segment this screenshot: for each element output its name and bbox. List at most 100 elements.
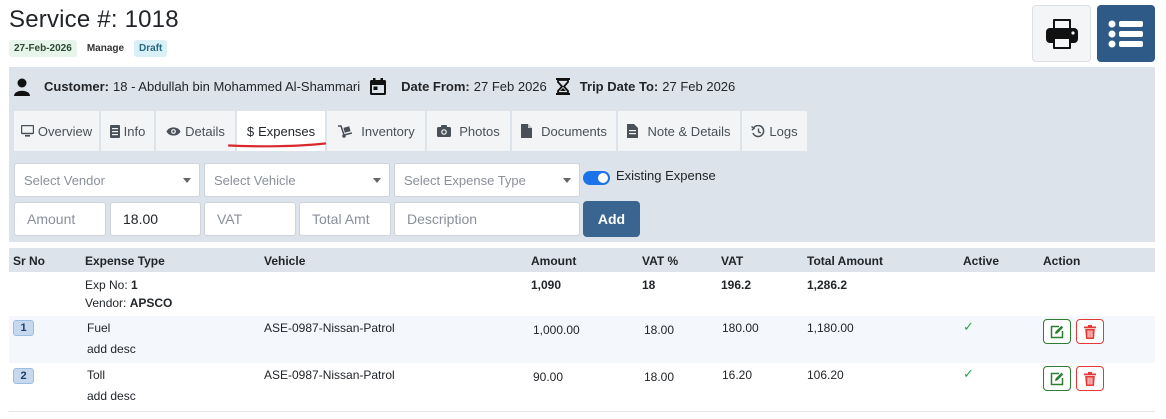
expense-type-select-placeholder: Select Expense Type <box>404 172 526 188</box>
tab-bar: Overview Info Details $ Expenses Invento… <box>9 106 1155 156</box>
trip-date-to-value: 27 Feb 2026 <box>662 79 736 94</box>
date-from-value: 27 Feb 2026 <box>473 79 547 94</box>
customer-label: Customer: <box>44 79 110 94</box>
col-active: Active <box>963 254 1000 268</box>
trip-date-to-label: Trip Date To: <box>579 79 659 94</box>
delete-button[interactable] <box>1076 366 1104 391</box>
row-vehicle: ASE-0987-Nissan-Patrol <box>264 321 395 335</box>
row-amount: 90.00 <box>533 370 564 384</box>
edit-button[interactable] <box>1043 319 1071 344</box>
row-vat-percent: 18.00 <box>644 370 675 384</box>
col-vat-percent: VAT % <box>642 254 679 268</box>
table-row <box>9 316 1155 363</box>
tab-inventory[interactable]: Inventory <box>327 111 425 151</box>
row-add-desc-link[interactable]: add desc <box>87 342 136 356</box>
col-amount: Amount <box>531 254 577 268</box>
tab-note-details[interactable]: Note & Details <box>618 111 740 151</box>
trash-icon <box>1084 324 1096 339</box>
amount-input[interactable]: Amount <box>14 202 106 236</box>
service-info-bar: Customer: 18 - Abdullah bin Mohammed Al-… <box>9 67 1155 106</box>
vendor-select-placeholder: Select Vendor <box>24 172 105 188</box>
row-number-badge: 1 <box>13 320 34 336</box>
tab-documents-label: Documents <box>541 123 607 139</box>
vendor-label: Vendor: <box>85 296 127 310</box>
file-icon <box>521 124 533 138</box>
vehicle-select[interactable]: Select Vehicle <box>204 163 390 197</box>
row-expense-type: Toll <box>87 368 106 382</box>
row-total: 106.20 <box>807 368 844 382</box>
manage-badge[interactable]: Manage <box>85 40 126 57</box>
active-tab-underline <box>228 142 326 148</box>
tab-note-details-label: Note & Details <box>647 123 731 139</box>
expense-type-select[interactable]: Select Expense Type <box>394 163 580 197</box>
list-button[interactable] <box>1097 5 1155 62</box>
date-from-info: Date From: 27 Feb 2026 <box>370 78 547 95</box>
col-vehicle: Vehicle <box>264 254 306 268</box>
vat-percent-value: 18.00 <box>123 211 159 227</box>
tab-logs-label: Logs <box>769 123 798 139</box>
user-icon <box>14 78 30 96</box>
tab-expenses-label: Expenses <box>258 123 316 139</box>
add-expense-button[interactable]: Add <box>583 201 640 237</box>
exp-no-text: Exp No: 1 <box>85 278 138 292</box>
customer-info: Customer: 18 - Abdullah bin Mohammed Al-… <box>14 78 360 96</box>
vat-percent-input[interactable]: 18.00 <box>110 202 201 236</box>
row-number-badge: 2 <box>13 368 34 384</box>
calendar-icon <box>370 78 387 95</box>
vat-input[interactable]: VAT <box>204 202 296 236</box>
amount-placeholder: Amount <box>27 211 76 227</box>
tab-documents[interactable]: Documents <box>512 111 616 151</box>
col-expense-type: Expense Type <box>85 254 165 268</box>
vendor-text: Vendor: APSCO <box>85 296 172 310</box>
exp-no-value: 1 <box>131 278 138 292</box>
tab-info[interactable]: Info <box>101 111 154 151</box>
tab-photos-label: Photos <box>459 123 500 139</box>
camera-icon <box>437 125 452 137</box>
row-vat-percent: 18.00 <box>644 323 675 337</box>
description-input[interactable]: Description <box>394 202 580 236</box>
edit-button[interactable] <box>1043 366 1071 391</box>
active-check-icon: ✓ <box>963 366 974 381</box>
vehicle-select-placeholder: Select Vehicle <box>214 172 296 188</box>
group-vat-percent: 18 <box>642 278 656 292</box>
total-amount-placeholder: Total Amt <box>312 211 370 227</box>
total-amount-input[interactable]: Total Amt <box>299 202 391 236</box>
row-vat: 16.20 <box>722 368 753 382</box>
col-action: Action <box>1043 254 1081 268</box>
eye-icon <box>166 126 181 136</box>
active-check-icon: ✓ <box>963 319 974 334</box>
row-expense-type: Fuel <box>87 321 111 335</box>
tab-details[interactable]: Details <box>156 111 235 151</box>
vendor-select[interactable]: Select Vendor <box>14 163 200 197</box>
existing-expense-toggle[interactable] <box>583 171 610 185</box>
row-add-desc-link[interactable]: add desc <box>87 389 136 403</box>
table-row <box>9 363 1155 411</box>
group-vat: 196.2 <box>721 278 752 292</box>
tab-photos[interactable]: Photos <box>427 111 510 151</box>
dolly-icon <box>338 124 353 138</box>
col-vat: VAT <box>721 254 744 268</box>
row-total: 1,180.00 <box>807 321 854 335</box>
tab-inventory-label: Inventory <box>361 123 415 139</box>
history-icon <box>751 124 765 137</box>
printer-icon <box>1045 18 1078 49</box>
row-vat: 180.00 <box>722 321 759 335</box>
row-amount: 1,000.00 <box>533 323 580 337</box>
date-from-label: Date From: <box>401 79 470 94</box>
vat-placeholder: VAT <box>217 211 243 227</box>
date-badge: 27-Feb-2026 <box>9 40 77 57</box>
description-placeholder: Description <box>407 211 478 227</box>
delete-button[interactable] <box>1076 319 1104 344</box>
col-sr-no: Sr No <box>13 254 46 268</box>
print-button[interactable] <box>1032 5 1091 62</box>
edit-icon <box>1050 372 1064 385</box>
page-title: Service #: 1018 <box>9 6 179 33</box>
row-vehicle: ASE-0987-Nissan-Patrol <box>264 368 395 382</box>
table-bottom-border <box>9 411 1155 412</box>
dollar-icon: $ <box>246 123 255 139</box>
tab-logs[interactable]: Logs <box>742 111 807 151</box>
tab-info-label: Info <box>123 123 146 139</box>
trash-icon <box>1084 371 1096 386</box>
tab-overview[interactable]: Overview <box>14 111 99 151</box>
col-total-amount: Total Amount <box>807 254 883 268</box>
